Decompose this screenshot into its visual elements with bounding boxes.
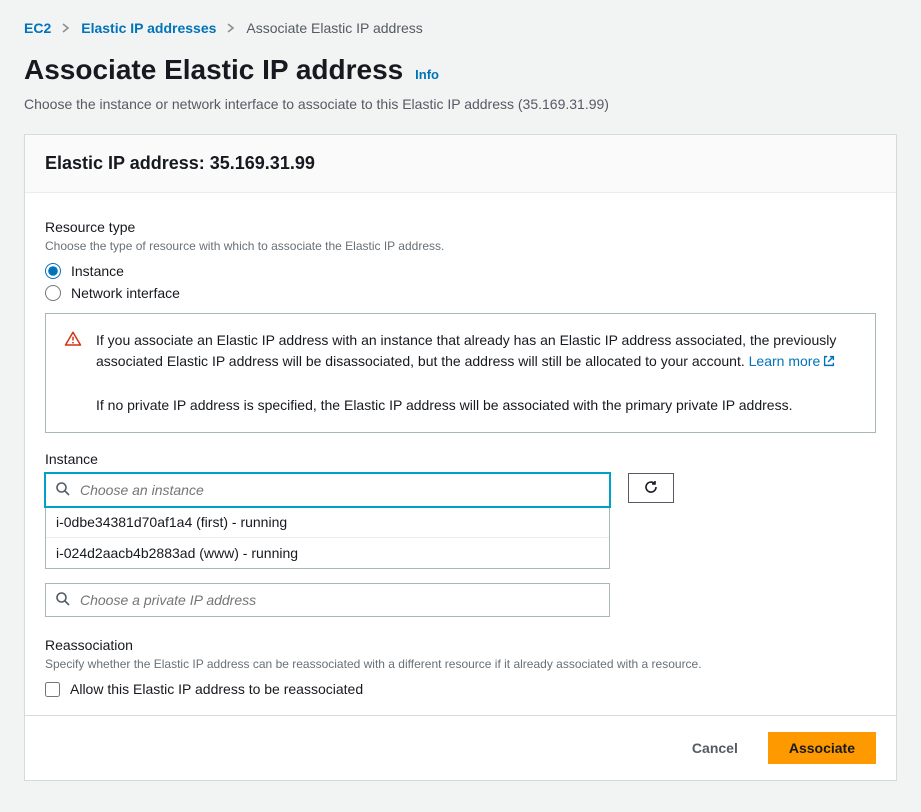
instance-option[interactable]: i-0dbe34381d70af1a4 (first) - running bbox=[46, 507, 609, 538]
external-link-icon bbox=[822, 353, 836, 374]
breadcrumb-current: Associate Elastic IP address bbox=[246, 20, 422, 36]
search-icon bbox=[55, 591, 71, 610]
breadcrumb-eip-list[interactable]: Elastic IP addresses bbox=[81, 20, 216, 36]
instance-input[interactable] bbox=[45, 473, 610, 507]
instance-section: Instance i-0dbe34381d70af1a4 (first) - r… bbox=[45, 451, 876, 617]
reassociation-check-label: Allow this Elastic IP address to be reas… bbox=[70, 681, 363, 697]
reassociation-checkbox[interactable] bbox=[45, 682, 60, 697]
instance-option[interactable]: i-024d2aacb4b2883ad (www) - running bbox=[46, 538, 609, 568]
page-title: Associate Elastic IP address bbox=[24, 54, 403, 86]
resource-type-label: Resource type bbox=[45, 219, 876, 235]
learn-more-link[interactable]: Learn more bbox=[749, 353, 837, 369]
instance-label: Instance bbox=[45, 451, 876, 467]
reassociation-label: Reassociation bbox=[45, 637, 876, 653]
reassociation-checkbox-row[interactable]: Allow this Elastic IP address to be reas… bbox=[45, 681, 876, 697]
search-icon bbox=[55, 481, 71, 500]
breadcrumb-ec2[interactable]: EC2 bbox=[24, 20, 51, 36]
resource-type-section: Resource type Choose the type of resourc… bbox=[45, 219, 876, 301]
resource-type-help: Choose the type of resource with which t… bbox=[45, 239, 876, 253]
radio-instance-input[interactable] bbox=[45, 263, 61, 279]
refresh-icon bbox=[643, 479, 659, 498]
associate-button[interactable]: Associate bbox=[768, 732, 876, 764]
private-ip-combobox[interactable] bbox=[45, 583, 610, 617]
radio-instance[interactable]: Instance bbox=[45, 263, 876, 279]
panel-heading: Elastic IP address: 35.169.31.99 bbox=[45, 153, 876, 174]
instance-dropdown: i-0dbe34381d70af1a4 (first) - running i-… bbox=[45, 507, 610, 569]
refresh-button[interactable] bbox=[628, 473, 674, 503]
warning-text-2: If no private IP address is specified, t… bbox=[96, 397, 792, 413]
chevron-right-icon bbox=[61, 23, 71, 33]
warning-alert: If you associate an Elastic IP address w… bbox=[45, 313, 876, 433]
radio-eni-label: Network interface bbox=[71, 285, 180, 301]
reassociation-help: Specify whether the Elastic IP address c… bbox=[45, 657, 876, 671]
warning-text-1: If you associate an Elastic IP address w… bbox=[96, 332, 836, 369]
info-link[interactable]: Info bbox=[415, 67, 439, 82]
cancel-button[interactable]: Cancel bbox=[672, 732, 758, 764]
breadcrumb: EC2 Elastic IP addresses Associate Elast… bbox=[24, 20, 897, 36]
radio-eni[interactable]: Network interface bbox=[45, 285, 876, 301]
radio-eni-input[interactable] bbox=[45, 285, 61, 301]
instance-combobox[interactable] bbox=[45, 473, 610, 507]
page-subtitle: Choose the instance or network interface… bbox=[24, 96, 897, 112]
panel-header: Elastic IP address: 35.169.31.99 bbox=[25, 135, 896, 193]
warning-icon bbox=[64, 330, 82, 354]
main-panel: Elastic IP address: 35.169.31.99 Resourc… bbox=[24, 134, 897, 716]
reassociation-section: Reassociation Specify whether the Elasti… bbox=[45, 637, 876, 697]
footer-actions: Cancel Associate bbox=[24, 716, 897, 781]
chevron-right-icon bbox=[226, 23, 236, 33]
radio-instance-label: Instance bbox=[71, 263, 124, 279]
page-header: Associate Elastic IP address Info Choose… bbox=[24, 54, 897, 112]
private-ip-input[interactable] bbox=[45, 583, 610, 617]
